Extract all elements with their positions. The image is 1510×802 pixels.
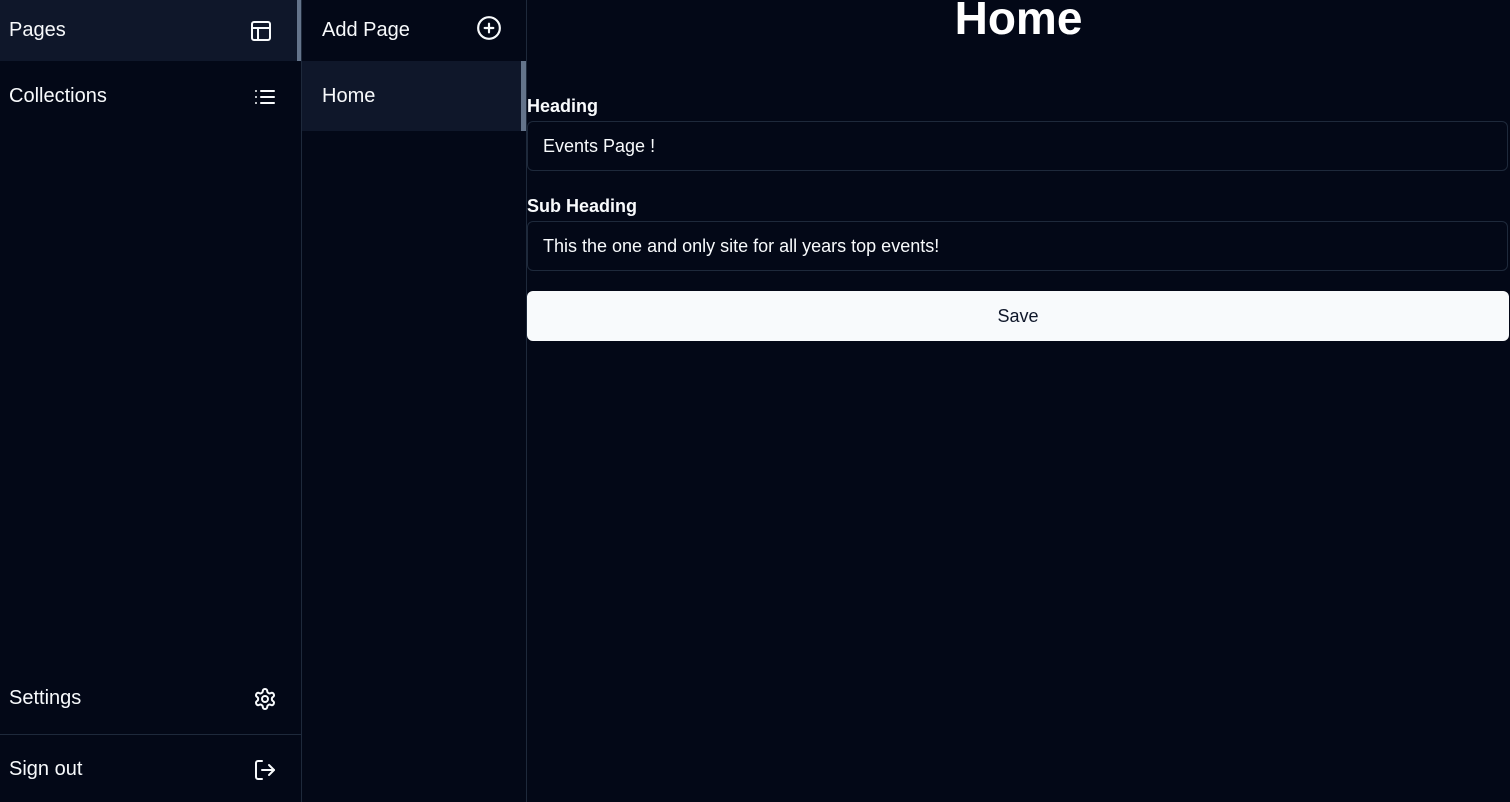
sidebar-item-settings[interactable]: Settings	[0, 668, 301, 729]
sub-heading-label: Sub Heading	[527, 196, 638, 216]
sidebar-item-pages[interactable]: Pages	[0, 0, 301, 61]
heading-input[interactable]	[527, 121, 1508, 171]
page-item-home[interactable]: Home	[302, 61, 526, 131]
add-page-button[interactable]: Add Page	[302, 0, 526, 61]
sidebar-item-sign-out[interactable]: Sign out	[0, 739, 301, 800]
add-page-label: Add Page	[322, 19, 410, 41]
layout-icon	[249, 19, 273, 43]
page-title: Home	[954, 0, 1083, 44]
plus-circle-icon	[476, 15, 502, 47]
pages-panel: Add Page Home	[302, 0, 527, 802]
sidebar-item-label: Settings	[9, 687, 82, 709]
page-editor: Home Heading Sub Heading Save	[527, 0, 1510, 802]
sidebar: Pages Collections Settings Sign out	[0, 0, 302, 802]
list-icon	[253, 85, 277, 109]
heading-label: Heading	[527, 96, 599, 116]
sidebar-divider	[0, 734, 301, 735]
gear-icon	[253, 687, 277, 711]
page-item-label: Home	[322, 84, 376, 107]
sidebar-item-label: Collections	[9, 85, 107, 107]
sign-out-icon	[253, 758, 277, 782]
save-button[interactable]: Save	[527, 291, 1509, 341]
sidebar-item-label: Sign out	[9, 758, 83, 780]
sub-heading-input[interactable]	[527, 221, 1508, 271]
sidebar-item-collections[interactable]: Collections	[0, 66, 301, 127]
sidebar-item-label: Pages	[9, 19, 66, 41]
